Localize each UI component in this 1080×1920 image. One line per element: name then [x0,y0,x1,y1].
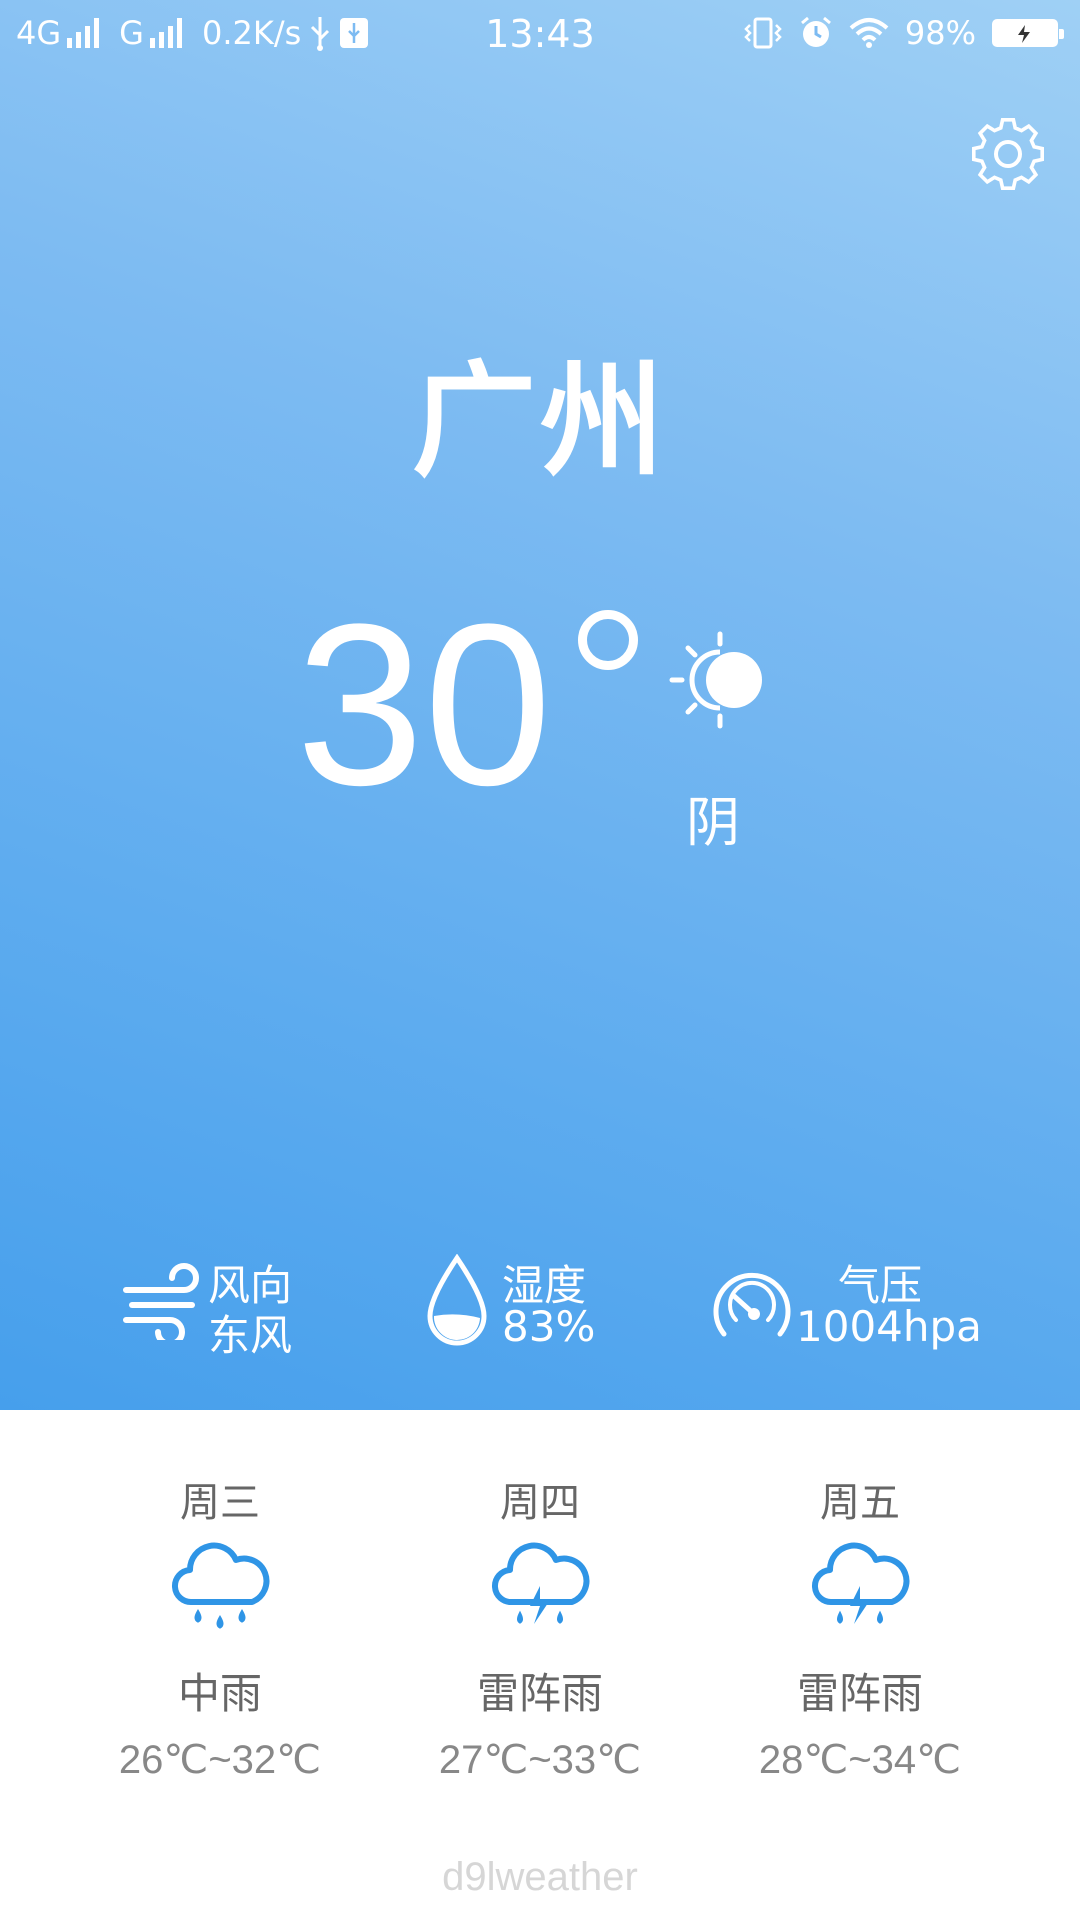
forecast-day[interactable]: 周四 雷阵雨 27℃~33℃ [375,1470,705,1783]
vibrate-icon [744,17,782,49]
forecast-day[interactable]: 周五 雷阵雨 28℃~34℃ [695,1470,1025,1783]
droplet-icon [427,1254,487,1346]
forecast-condition: 雷阵雨 [796,1669,923,1718]
forecast-temp-range: 26℃~32℃ [118,1738,322,1782]
forecast-temp-range: 27℃~33℃ [438,1738,642,1782]
settings-gear-icon[interactable] [968,114,1048,194]
forecast-condition: 中雨 [177,1669,262,1718]
degree-symbol [578,610,638,670]
forecast-day-name: 周五 [820,1480,900,1526]
thunder-rain-icon [812,1542,910,1624]
alarm-icon [800,16,831,47]
wifi-icon [849,18,889,48]
forecast-day-name: 周三 [180,1480,260,1526]
forecast-condition: 雷阵雨 [476,1669,603,1718]
current-condition: 阴 [686,791,740,854]
forecast-day-name: 周四 [500,1480,580,1526]
rain-cloud-icon [172,1542,270,1629]
metrics-row: 风向 东风 湿度 83% 气压 1004hpa [0,1250,1080,1360]
forecast-panel: 周三 中雨 26℃~32℃ 周四 雷阵雨 27℃~33℃ 周五 雷阵雨 28℃~… [0,1410,1080,1920]
thunder-rain-icon [492,1542,590,1624]
cloudy-sun-icon [669,631,762,729]
current-temperature: 30 [296,576,552,833]
humidity-value: 83% [502,1302,596,1351]
status-bar: 4G G 0.2K/s 13:43 98% [0,0,1080,70]
app-footer-watermark: d9lweather [442,1855,638,1899]
pressure-value: 1004hpa [796,1302,982,1351]
status-right: 98% [743,14,1064,52]
weather-screen: 4G G 0.2K/s 13:43 98% 广州 30 阴 风向 东风 湿度 8… [0,0,1080,1920]
battery-percent: 98% [904,14,976,52]
gauge-icon [713,1272,791,1337]
current-weather-panel: 4G G 0.2K/s 13:43 98% 广州 30 阴 风向 东风 湿度 8… [0,0,1080,1410]
wind-icon [123,1263,199,1340]
battery-icon [992,19,1064,47]
pressure-metric: 气压 1004hpa [710,1250,982,1360]
wind-metric: 风向 东风 [122,1250,322,1360]
humidity-metric: 湿度 83% [422,1250,622,1360]
wind-value: 东风 [208,1311,293,1360]
forecast-temp-range: 28℃~34℃ [758,1738,962,1782]
city-name: 广州 [411,349,668,494]
forecast-day[interactable]: 周三 中雨 26℃~32℃ [55,1470,385,1783]
